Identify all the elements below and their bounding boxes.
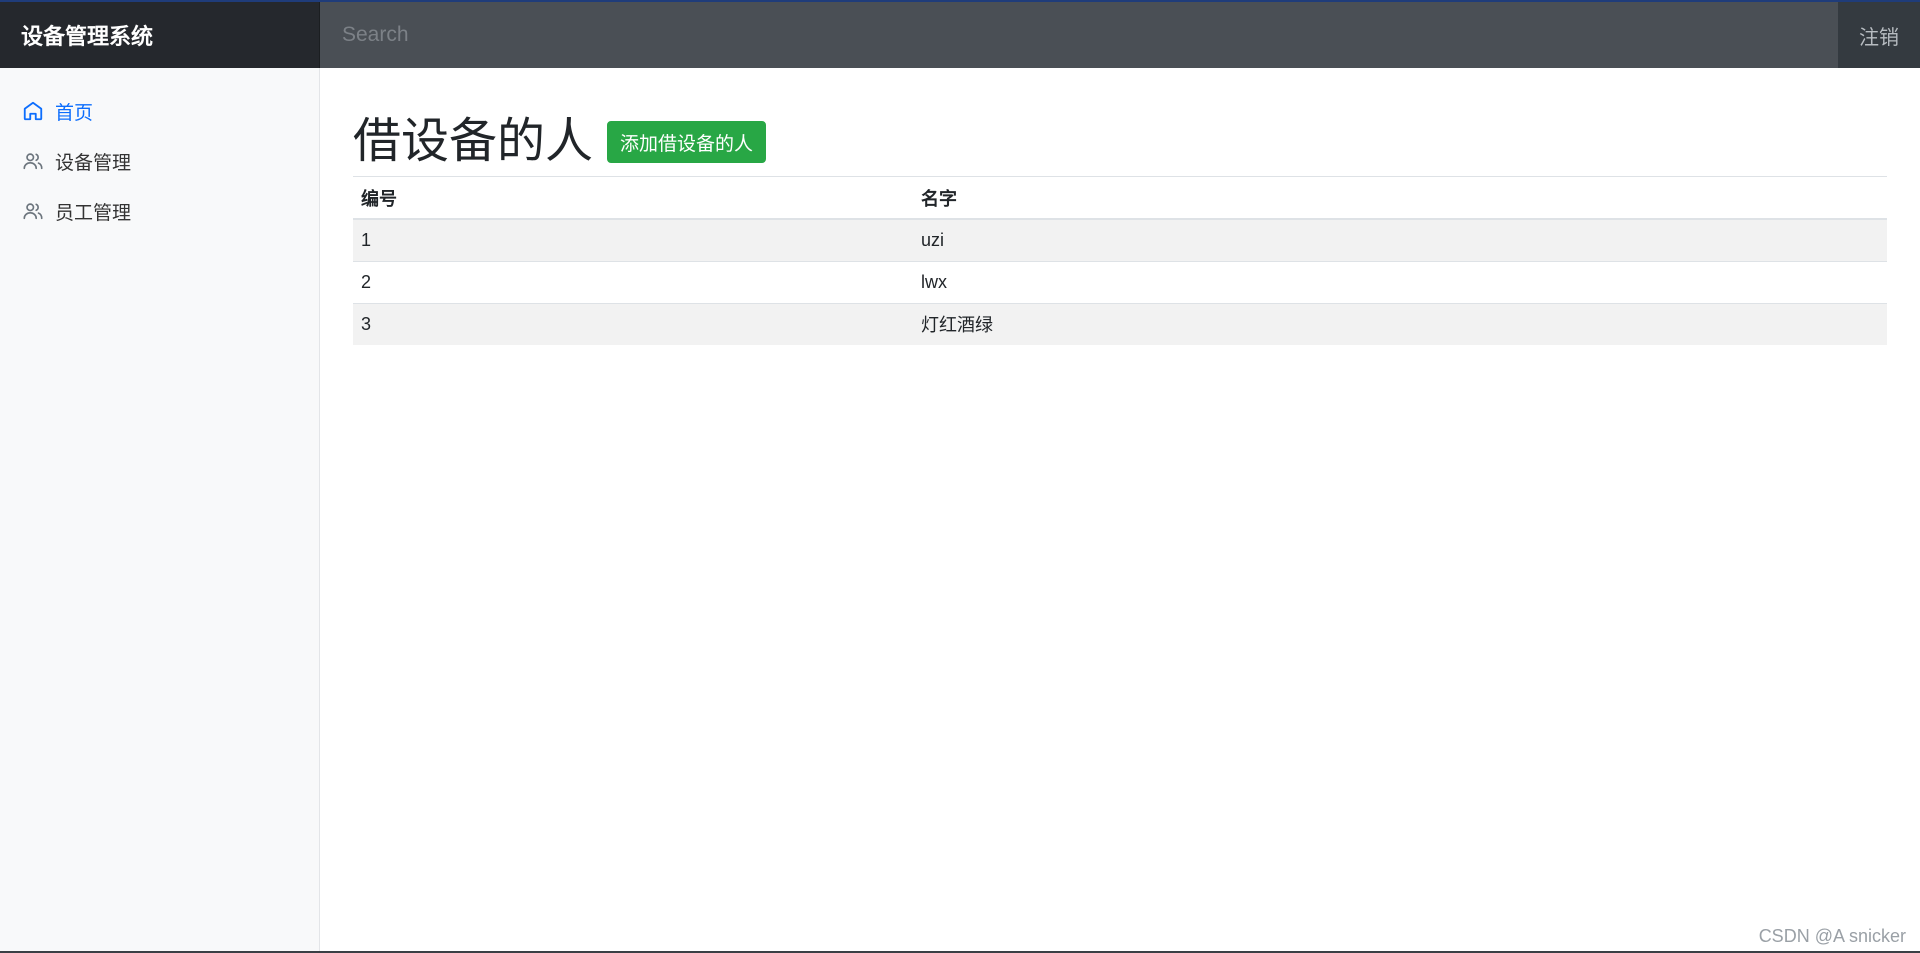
- sidebar: 首页 设备管理 员工管理: [0, 68, 320, 953]
- page-title: 借设备的人: [353, 115, 594, 168]
- sidebar-item-label: 首页: [55, 102, 94, 124]
- column-header-name: 名字: [913, 177, 1887, 220]
- users-icon: [22, 150, 44, 172]
- cell-name: 灯红酒绿: [913, 302, 1887, 345]
- cell-id: 2: [353, 260, 913, 303]
- sidebar-item-label: 设备管理: [55, 152, 132, 174]
- cell-name: lwx: [913, 260, 1887, 303]
- borrowers-table: 编号 名字 1 uzi 2 lwx 3 灯红酒绿: [353, 177, 1887, 345]
- add-borrower-button[interactable]: 添加借设备的人: [607, 121, 767, 163]
- users-icon: [22, 200, 44, 222]
- sidebar-item-label: 员工管理: [55, 202, 132, 224]
- cell-id: 1: [353, 218, 913, 261]
- watermark: CSDN @A snicker: [1758, 926, 1906, 946]
- table-row[interactable]: 2 lwx: [353, 260, 1887, 303]
- brand-title[interactable]: 设备管理系统: [0, 2, 320, 68]
- table-row[interactable]: 1 uzi: [353, 218, 1887, 261]
- table-row[interactable]: 3 灯红酒绿: [353, 302, 1887, 345]
- home-icon: [22, 100, 44, 122]
- sidebar-item-device-management[interactable]: 设备管理: [0, 136, 319, 186]
- top-navbar: 设备管理系统 注销: [0, 0, 1920, 68]
- search-input[interactable]: [320, 2, 1838, 68]
- main-content: 借设备的人 添加借设备的人 编号 名字 1 uzi 2 lwx 3 灯红酒绿: [353, 68, 1887, 345]
- cell-name: uzi: [913, 218, 1887, 261]
- logout-link[interactable]: 注销: [1838, 2, 1920, 68]
- table-header-row: 编号 名字: [353, 177, 1887, 220]
- cell-id: 3: [353, 302, 913, 345]
- search-bar: [320, 2, 1838, 68]
- page-header: 借设备的人 添加借设备的人: [353, 68, 1887, 177]
- column-header-id: 编号: [353, 177, 913, 220]
- sidebar-item-employee-management[interactable]: 员工管理: [0, 186, 319, 236]
- sidebar-item-home[interactable]: 首页: [0, 86, 319, 136]
